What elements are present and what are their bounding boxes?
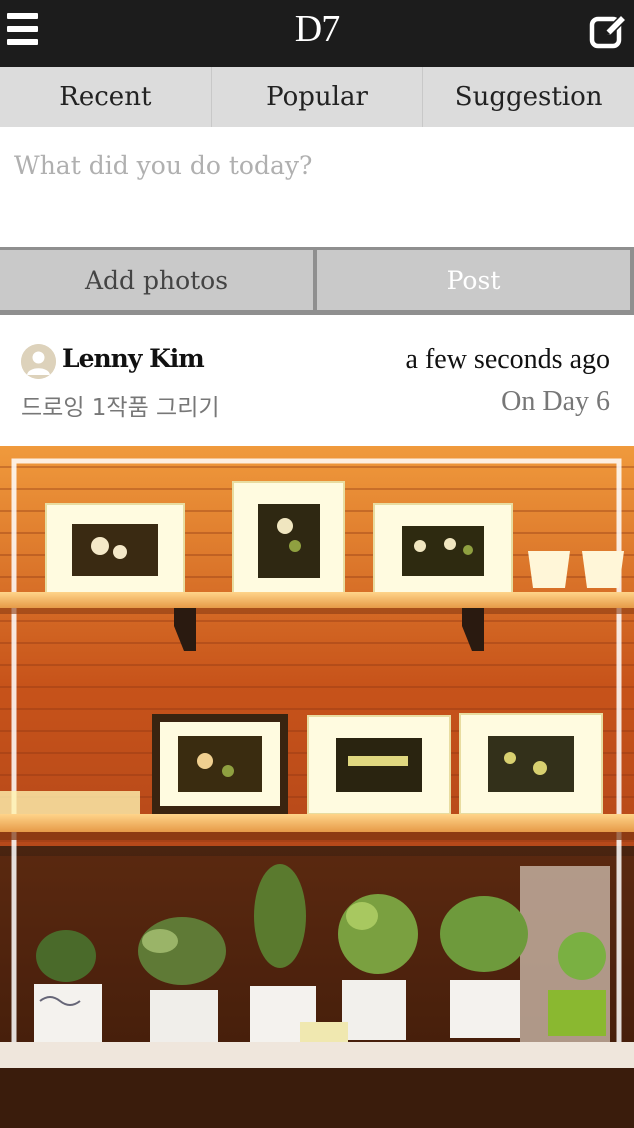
- app-screen: D7 Recent Popular Suggestion Add photos …: [0, 0, 634, 1128]
- post-timestamp: a few seconds ago: [405, 344, 610, 375]
- tab-suggestion[interactable]: Suggestion: [423, 67, 634, 127]
- post-button[interactable]: Post: [317, 250, 630, 310]
- post-author[interactable]: Lenny Kim: [62, 344, 205, 373]
- post-text-input[interactable]: [0, 127, 634, 247]
- feed-tabs: Recent Popular Suggestion: [0, 67, 634, 127]
- composer-actions: Add photos Post: [0, 247, 634, 315]
- post-card-header: [0, 315, 634, 446]
- edit-compose-icon[interactable]: [589, 11, 629, 51]
- tab-popular[interactable]: Popular: [212, 67, 424, 127]
- post-photo[interactable]: [0, 446, 634, 1128]
- default-avatar-icon[interactable]: [21, 344, 56, 379]
- post-day-count: On Day 6: [501, 386, 610, 417]
- top-bar: D7: [0, 0, 634, 67]
- app-logo: D7: [294, 8, 340, 50]
- add-photos-button[interactable]: Add photos: [0, 250, 313, 310]
- post-caption: 드로잉 1작품 그리기: [21, 395, 220, 421]
- tab-recent[interactable]: Recent: [0, 67, 212, 127]
- composer: [0, 127, 634, 247]
